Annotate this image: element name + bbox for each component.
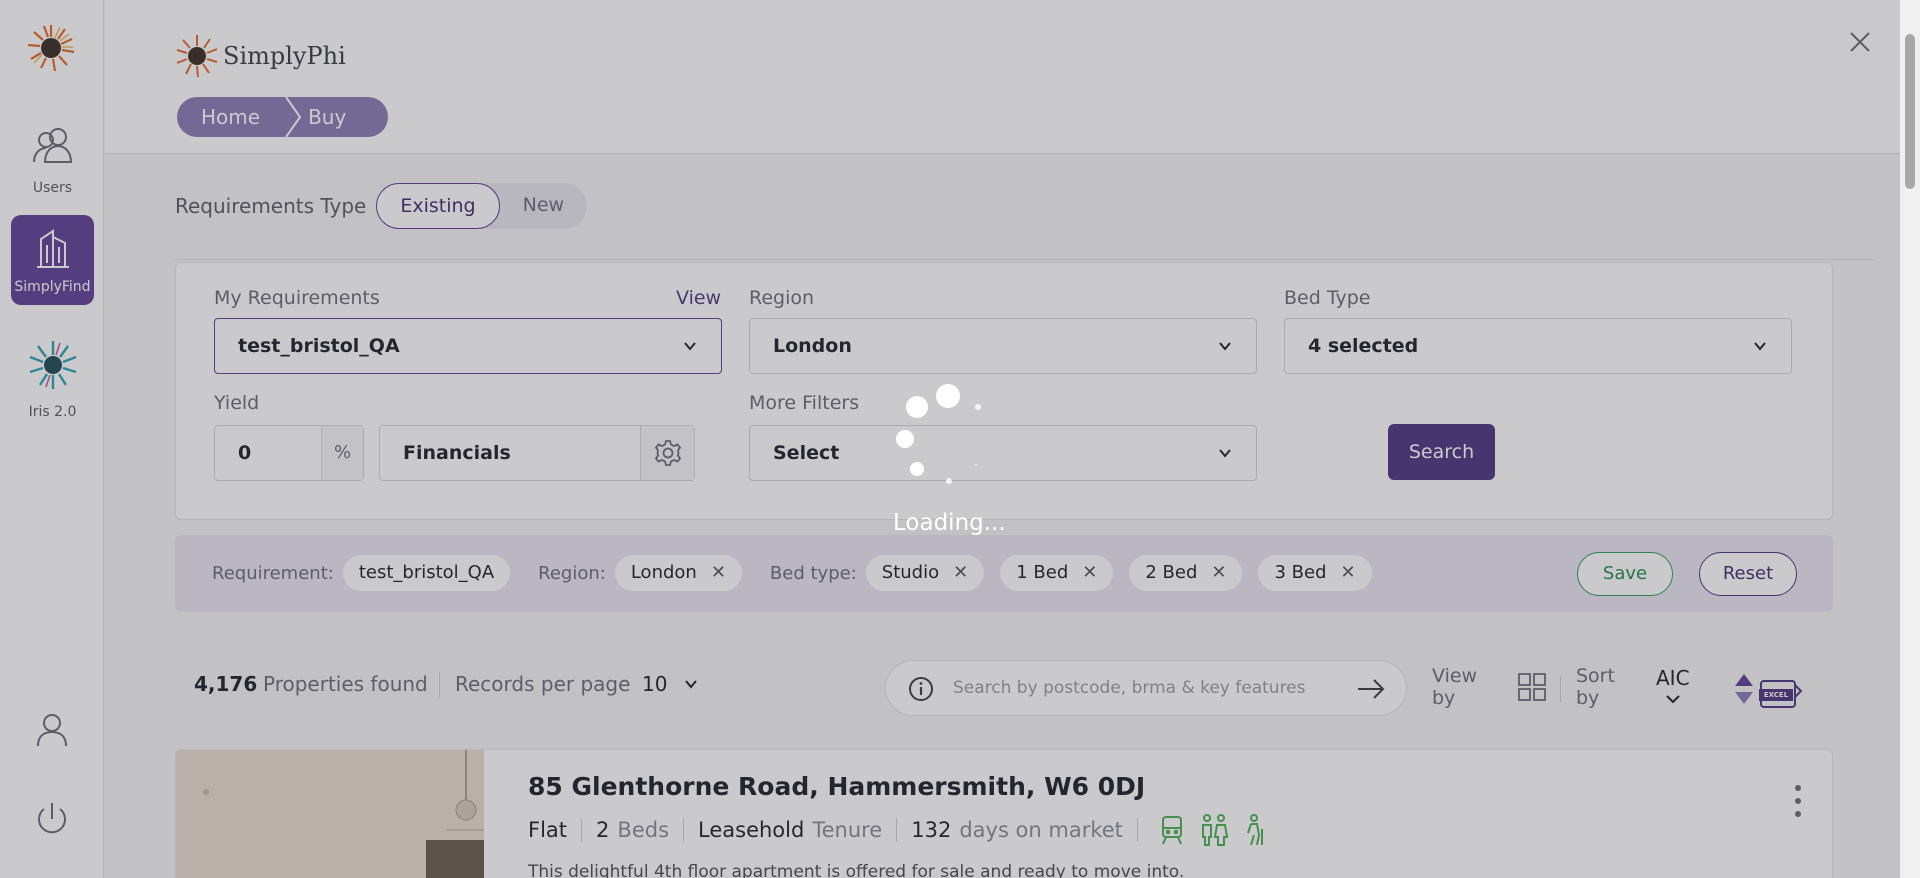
loading-spinner-icon <box>896 384 981 484</box>
loading-text: Loading... <box>893 510 1006 536</box>
scrollbar-thumb[interactable] <box>1905 34 1915 189</box>
scrollbar[interactable] <box>1900 0 1920 878</box>
